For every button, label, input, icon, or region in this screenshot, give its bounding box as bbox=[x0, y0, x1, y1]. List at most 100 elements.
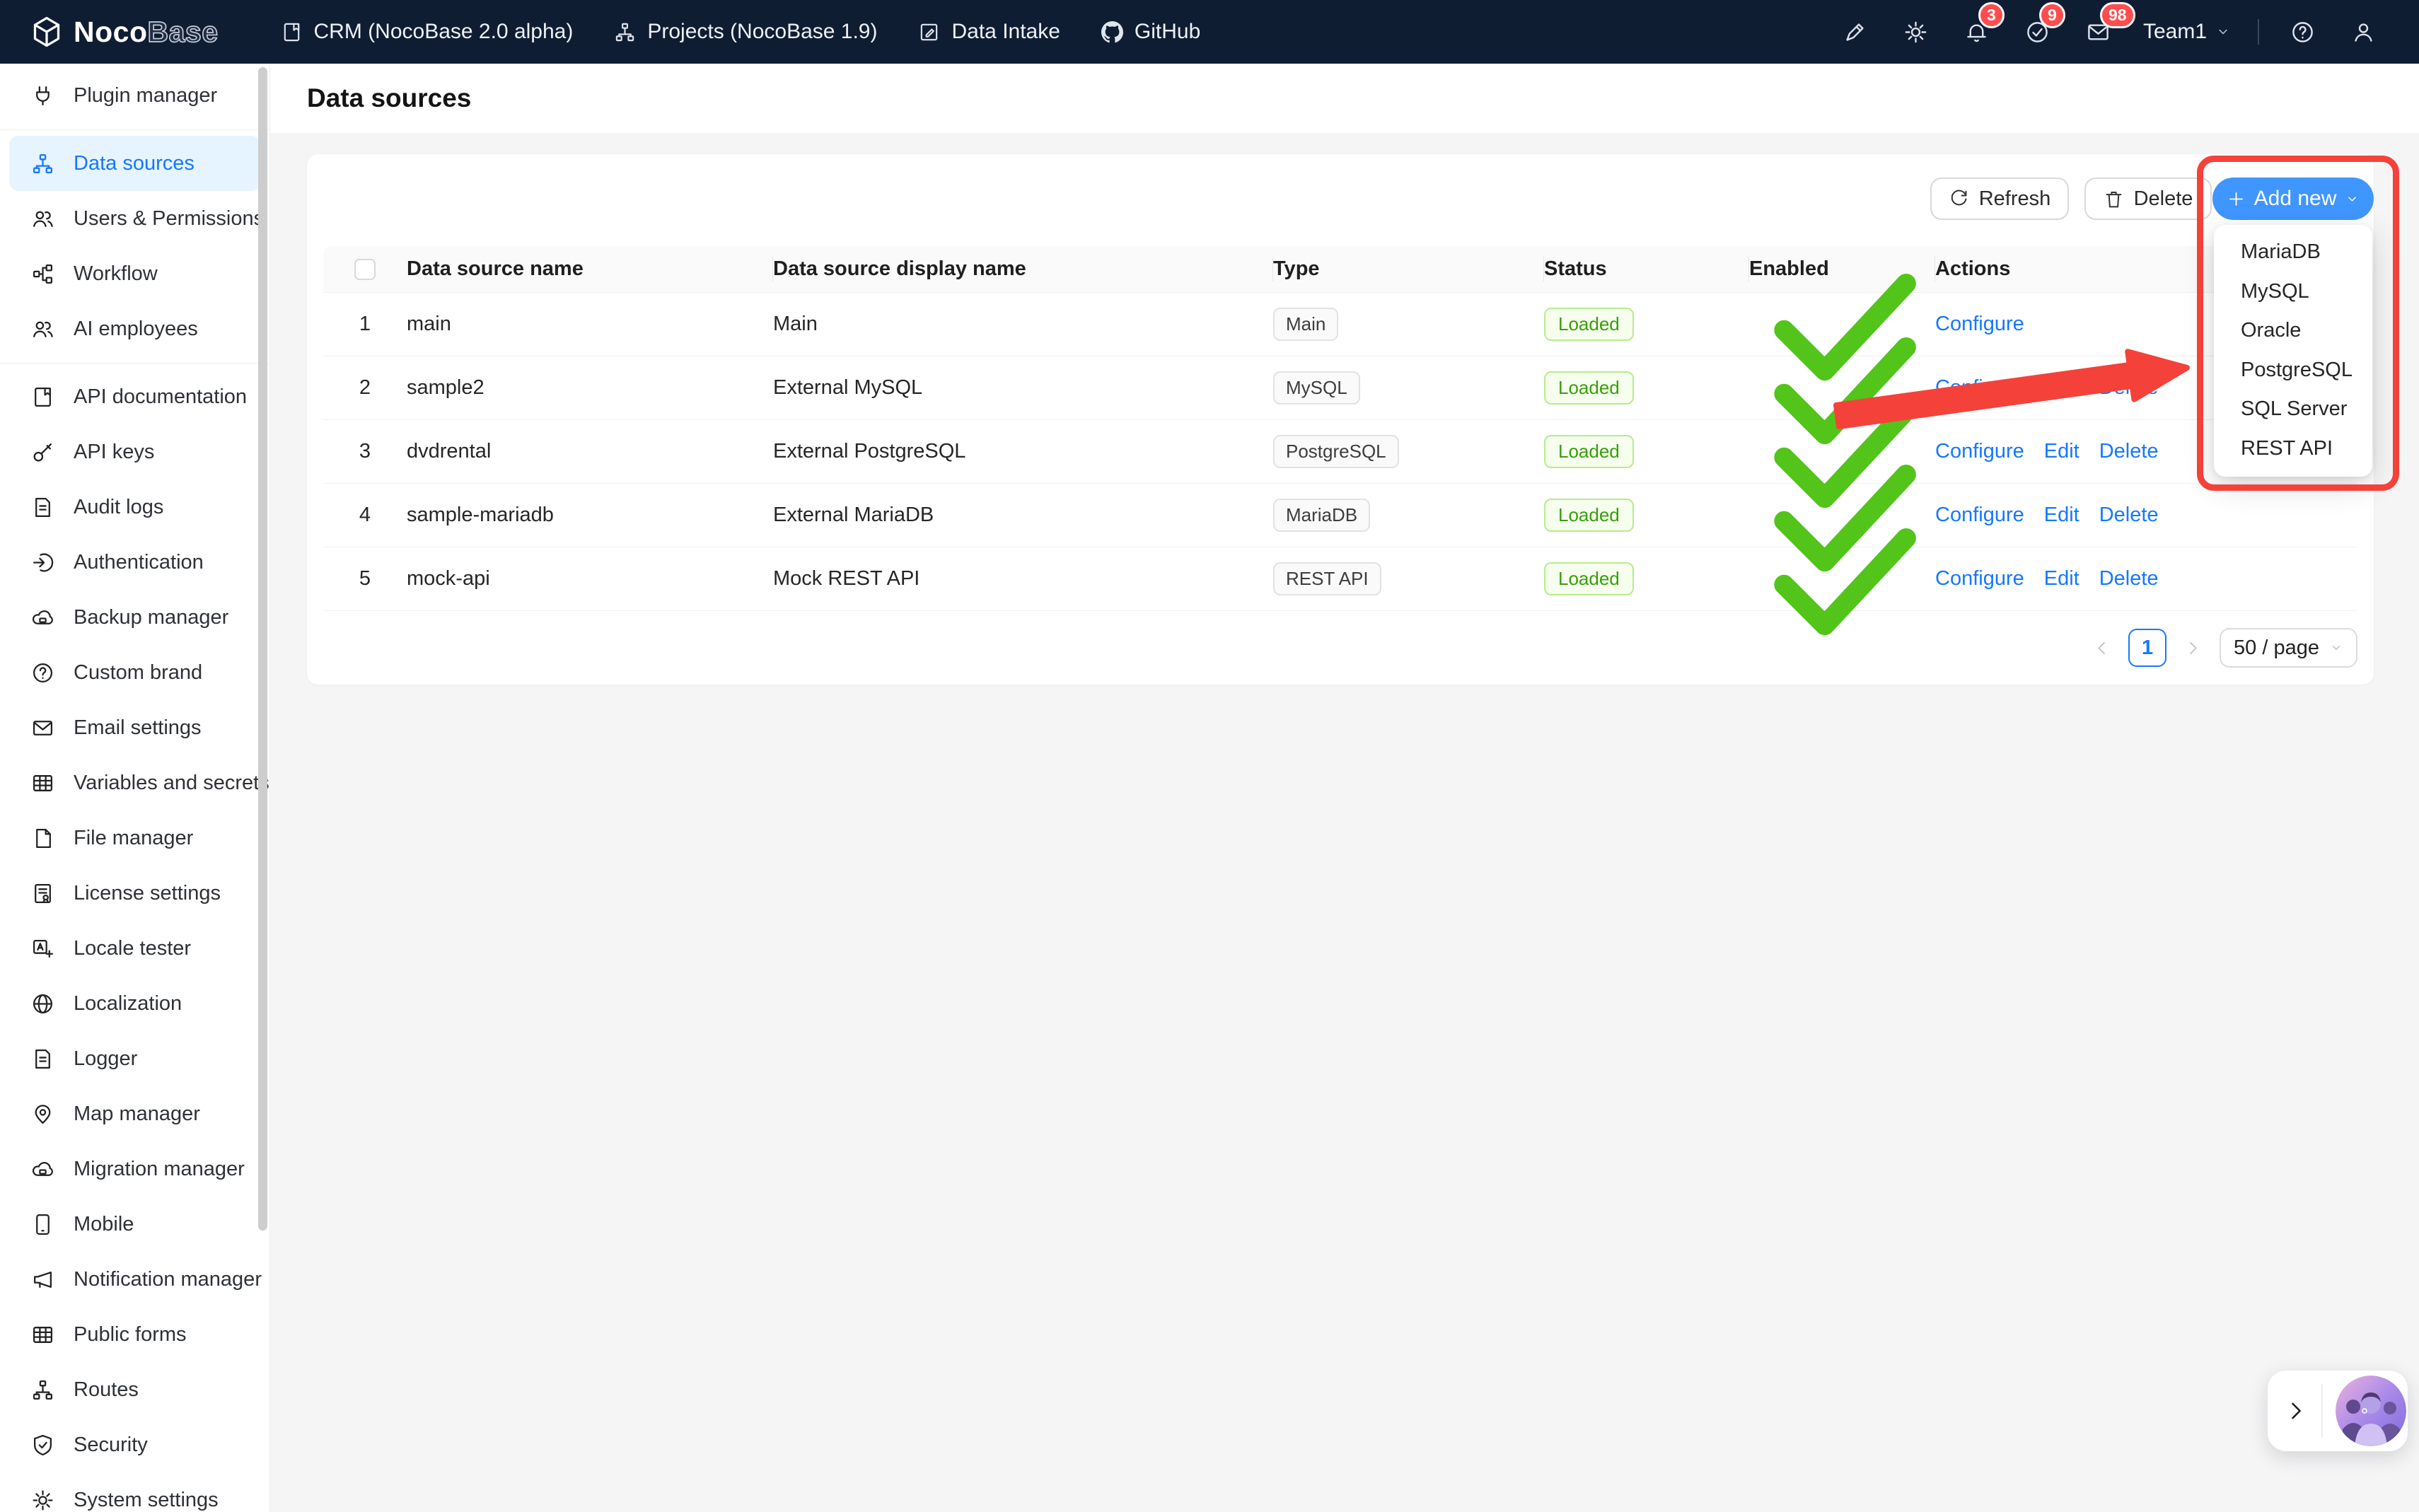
sidebar-item[interactable]: Notification manager bbox=[0, 1252, 269, 1307]
dropdown-item[interactable]: MySQL bbox=[2214, 272, 2372, 312]
column-header-enabled: Enabled bbox=[1749, 246, 1935, 292]
topbar-menu-item[interactable]: Data Intake bbox=[918, 20, 1060, 44]
page-size-select[interactable]: 50 / page bbox=[2220, 628, 2357, 668]
dropdown-item[interactable]: Oracle bbox=[2214, 311, 2372, 351]
notification-badge: 98 bbox=[2100, 2, 2135, 28]
type-tag: REST API bbox=[1273, 562, 1381, 596]
book-icon bbox=[281, 21, 303, 43]
sidebar-item[interactable]: Locale tester bbox=[0, 921, 269, 976]
action-link[interactable]: Configure bbox=[1935, 313, 2024, 336]
cell-display-name: External MariaDB bbox=[773, 504, 1273, 527]
action-link[interactable]: Edit bbox=[2044, 376, 2079, 400]
team-switcher[interactable]: Team1 bbox=[2143, 20, 2231, 44]
sidebar-item[interactable]: Routes bbox=[0, 1362, 269, 1417]
sidebar-item-label: Plugin manager bbox=[74, 84, 217, 107]
topbar-tool-button[interactable] bbox=[1895, 11, 1937, 53]
sidebar-item-label: Notification manager bbox=[74, 1268, 262, 1291]
sidebar-item[interactable]: API keys bbox=[0, 424, 269, 479]
workflow-icon bbox=[31, 262, 54, 286]
sidebar-item[interactable]: Workflow bbox=[0, 246, 269, 301]
sidebar-item[interactable]: Mobile bbox=[0, 1197, 269, 1252]
dropdown-item[interactable]: REST API bbox=[2214, 429, 2372, 469]
github-icon bbox=[1101, 21, 1123, 43]
add-new-button[interactable]: Add new bbox=[2212, 178, 2374, 220]
sidebar-item-label: Audit logs bbox=[74, 496, 163, 519]
status-badge: Loaded bbox=[1544, 562, 1634, 596]
sidebar-item-label: Email settings bbox=[74, 716, 202, 740]
action-link[interactable]: Delete bbox=[2099, 504, 2159, 527]
action-link[interactable]: Edit bbox=[2044, 504, 2079, 527]
sidebar-item[interactable]: Variables and secrets bbox=[0, 755, 269, 810]
topbar-tool-button[interactable] bbox=[1834, 11, 1876, 53]
dropdown-item[interactable]: SQL Server bbox=[2214, 390, 2372, 429]
action-link[interactable]: Configure bbox=[1935, 376, 2024, 400]
action-link[interactable]: Configure bbox=[1935, 567, 2024, 591]
sidebar-item[interactable]: Security bbox=[0, 1417, 269, 1472]
topbar-menu-label: Data Intake bbox=[951, 20, 1060, 44]
delete-button[interactable]: Delete bbox=[2084, 178, 2212, 220]
nocobase-logo[interactable]: NocoBase bbox=[30, 15, 219, 49]
sidebar-item-label: Locale tester bbox=[74, 937, 191, 960]
help-button[interactable] bbox=[2281, 11, 2324, 53]
status-badge: Loaded bbox=[1544, 499, 1634, 533]
sidebar-item[interactable]: Plugin manager bbox=[0, 68, 269, 123]
sidebar-item[interactable]: File manager bbox=[0, 810, 269, 866]
team-label: Team1 bbox=[2143, 20, 2207, 44]
sidebar-item[interactable]: Data sources bbox=[9, 136, 260, 191]
prev-page-icon[interactable] bbox=[2092, 639, 2111, 658]
sidebar-item-label: AI employees bbox=[74, 318, 198, 341]
user-menu-button[interactable] bbox=[2342, 11, 2384, 53]
action-link[interactable]: Edit bbox=[2044, 567, 2079, 591]
sidebar-item[interactable]: Localization bbox=[0, 976, 269, 1031]
action-link[interactable]: Configure bbox=[1935, 440, 2024, 463]
sidebar-item[interactable]: Authentication bbox=[0, 535, 269, 590]
question-circle-icon bbox=[31, 661, 54, 685]
dropdown-item[interactable]: PostgreSQL bbox=[2214, 351, 2372, 390]
grid-icon bbox=[31, 1323, 54, 1347]
sidebar-item-label: Variables and secrets bbox=[74, 772, 269, 795]
topbar-menu-item[interactable]: GitHub bbox=[1101, 20, 1200, 44]
sidebar-item[interactable]: Map manager bbox=[0, 1086, 269, 1141]
type-tag: MariaDB bbox=[1273, 499, 1370, 533]
refresh-button[interactable]: Refresh bbox=[1930, 178, 2069, 220]
user-icon bbox=[2351, 20, 2376, 45]
select-all-checkbox[interactable] bbox=[354, 259, 376, 280]
column-header-status: Status bbox=[1544, 246, 1749, 292]
notification-button[interactable]: 98 bbox=[2077, 11, 2120, 53]
action-link[interactable]: Delete bbox=[2099, 440, 2159, 463]
chevron-right-icon[interactable] bbox=[2283, 1398, 2309, 1424]
page-header: Data sources bbox=[270, 64, 2419, 133]
ai-employees-avatar[interactable] bbox=[2336, 1376, 2406, 1446]
sidebar-item[interactable]: Email settings bbox=[0, 700, 269, 755]
topbar-menu-item[interactable]: CRM (NocoBase 2.0 alpha) bbox=[281, 20, 574, 44]
topbar-menu-item[interactable]: Projects (NocoBase 1.9) bbox=[614, 20, 877, 44]
page-number[interactable]: 1 bbox=[2128, 629, 2166, 667]
sidebar-item[interactable]: Custom brand bbox=[0, 645, 269, 700]
sidebar-item-label: Data sources bbox=[74, 152, 195, 175]
sidebar-item[interactable]: AI employees bbox=[0, 301, 269, 356]
dropdown-item[interactable]: MariaDB bbox=[2214, 233, 2372, 272]
status-badge: Loaded bbox=[1544, 435, 1634, 469]
type-tag: Main bbox=[1273, 308, 1338, 342]
sidebar-item[interactable]: System settings bbox=[0, 1472, 269, 1512]
action-link[interactable]: Edit bbox=[2044, 440, 2079, 463]
action-link[interactable]: Delete bbox=[2099, 567, 2159, 591]
sidebar-scrollbar[interactable] bbox=[258, 67, 267, 1231]
file-text-icon bbox=[31, 1047, 54, 1071]
sidebar-item[interactable]: API documentation bbox=[0, 369, 269, 424]
sidebar-item[interactable]: Logger bbox=[0, 1031, 269, 1086]
next-page-icon[interactable] bbox=[2183, 639, 2203, 658]
file-icon bbox=[31, 827, 54, 850]
sidebar-item[interactable]: Backup manager bbox=[0, 590, 269, 645]
sidebar-item[interactable]: Users & Permissions bbox=[0, 191, 269, 246]
sidebar-item[interactable]: Audit logs bbox=[0, 479, 269, 535]
notification-button[interactable]: 3 bbox=[1956, 11, 1998, 53]
sidebar-item[interactable]: License settings bbox=[0, 866, 269, 921]
sidebar-item[interactable]: Migration manager bbox=[0, 1141, 269, 1197]
row-actions: Configure Edit Delete bbox=[1935, 567, 2357, 591]
form-icon bbox=[918, 21, 940, 43]
action-link[interactable]: Configure bbox=[1935, 504, 2024, 527]
notification-button[interactable]: 9 bbox=[2017, 11, 2059, 53]
sidebar-item[interactable]: Public forms bbox=[0, 1307, 269, 1362]
action-link[interactable]: Delete bbox=[2099, 376, 2159, 400]
